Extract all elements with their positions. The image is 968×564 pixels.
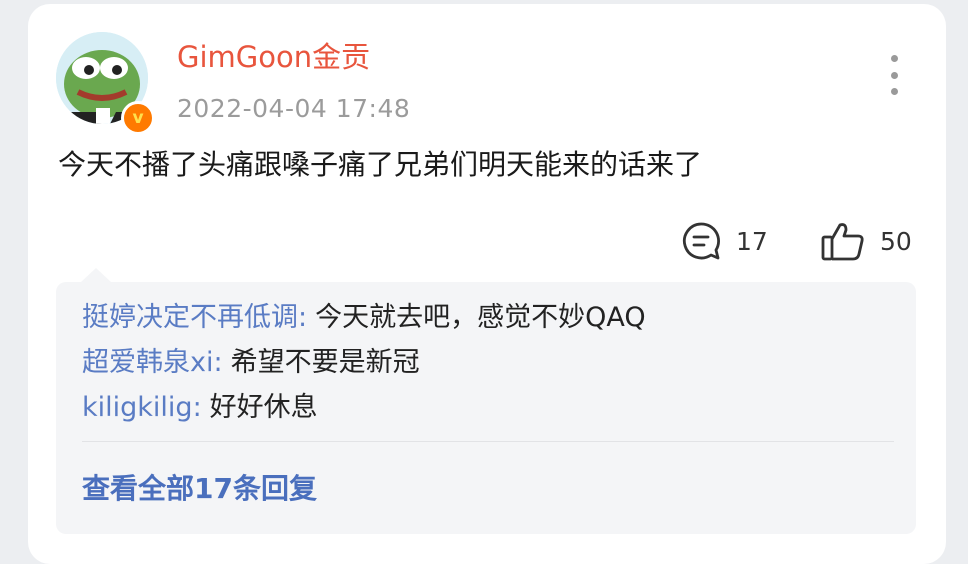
reply-author[interactable]: kiligkilig (82, 392, 193, 423)
view-all-replies-link[interactable]: 查看全部17条回复 (82, 468, 317, 510)
like-button[interactable]: 50 (820, 218, 912, 264)
reply-item[interactable]: 挺婷决定不再低调: 今天就去吧，感觉不妙QAQ (82, 298, 646, 338)
like-count: 50 (880, 226, 912, 256)
replies-divider (82, 441, 894, 442)
verified-badge-icon: v (121, 101, 155, 135)
reply-item[interactable]: 超爱韩泉xi: 希望不要是新冠 (82, 343, 420, 383)
reply-item[interactable]: kiligkilig: 好好休息 (82, 388, 318, 428)
reply-text: 好好休息 (209, 392, 318, 423)
comment-icon (682, 222, 720, 260)
reply-colon: : (192, 392, 202, 423)
replies-notch (80, 268, 112, 283)
reply-text: 今天就去吧，感觉不妙QAQ (315, 302, 646, 333)
more-options-icon[interactable] (879, 55, 909, 95)
username[interactable]: GimGoon金贡 (177, 38, 370, 76)
post-timestamp: 2022-04-04 17:48 (177, 94, 411, 123)
comment-button[interactable]: 17 (680, 218, 768, 264)
reply-colon: : (298, 302, 308, 333)
reply-colon: : (213, 347, 223, 378)
reply-text: 希望不要是新冠 (230, 347, 420, 378)
comment-count: 17 (736, 226, 768, 256)
post-text: 今天不播了头痛跟嗓子痛了兄弟们明天能来的话来了 (58, 148, 703, 181)
reply-author[interactable]: 挺婷决定不再低调 (82, 302, 298, 333)
thumbs-up-icon (821, 223, 864, 261)
reply-author[interactable]: 超爱韩泉xi (82, 347, 213, 378)
